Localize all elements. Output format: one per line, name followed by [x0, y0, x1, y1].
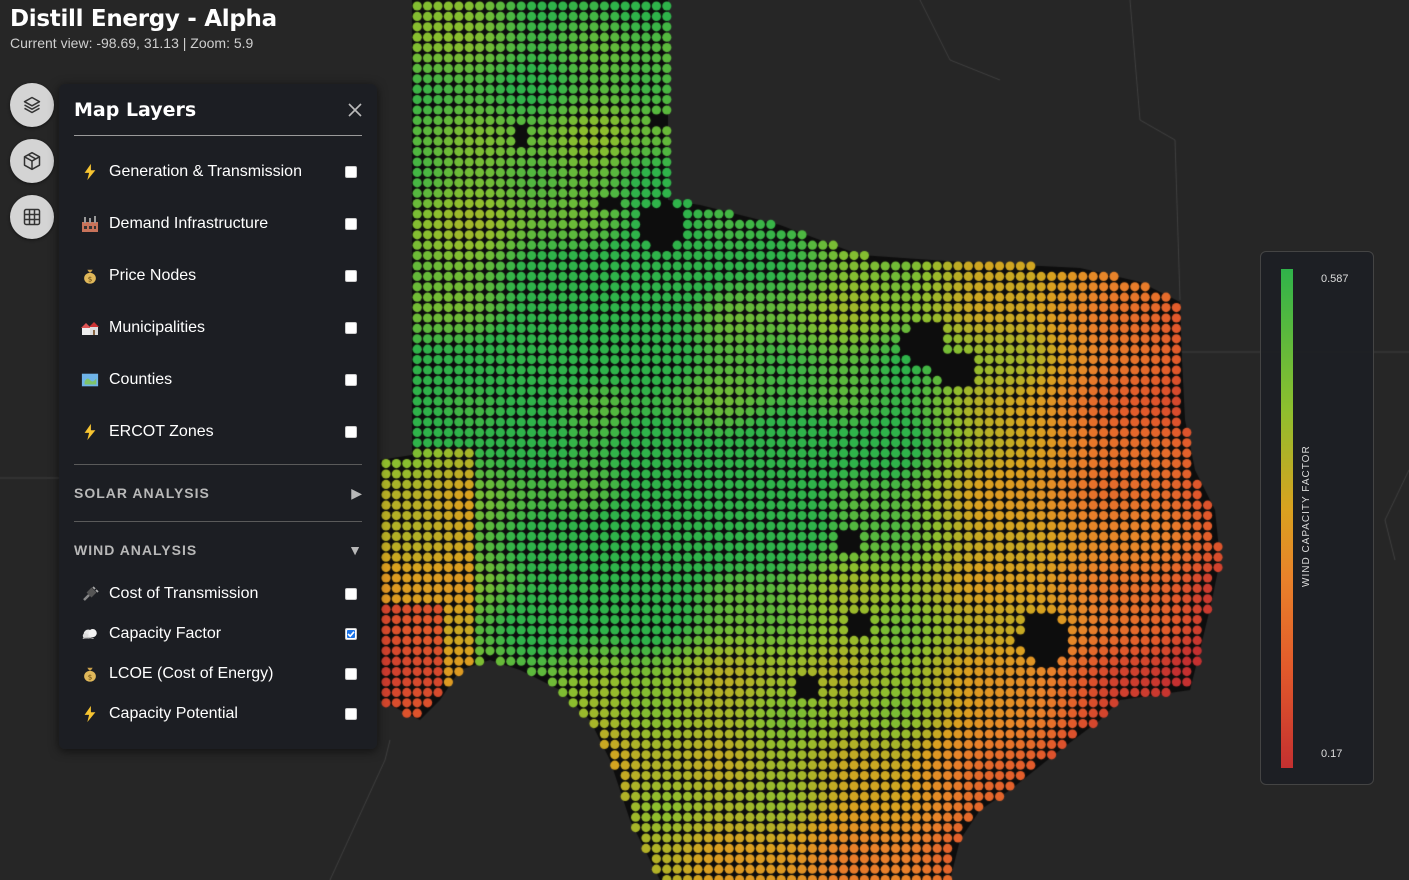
layer-label: Price Nodes: [109, 267, 197, 284]
lightning-icon: [79, 421, 101, 443]
solar-analysis-section[interactable]: SOLAR ANALYSIS ▶: [74, 464, 362, 521]
app-title: Distill Energy - Alpha: [10, 6, 277, 32]
close-icon[interactable]: [348, 102, 362, 117]
layer-label: LCOE (Cost of Energy): [109, 665, 274, 682]
wind-layer-capacity-factor[interactable]: Capacity Factor: [79, 620, 357, 648]
houses-icon: [79, 317, 101, 339]
layer-checkbox[interactable]: [345, 708, 357, 720]
map-layers-panel: Map Layers Generation & Transmission Dema…: [59, 84, 377, 749]
layer-label: Generation & Transmission: [109, 163, 302, 180]
layer-checkbox[interactable]: [345, 322, 357, 334]
layer-label: Demand Infrastructure: [109, 215, 269, 232]
layer-ercot-zones[interactable]: ERCOT Zones: [79, 418, 357, 446]
layer-label: ERCOT Zones: [109, 423, 214, 440]
plug-icon: [79, 583, 101, 605]
factory-icon: [79, 213, 101, 235]
panel-title: Map Layers: [74, 98, 197, 121]
layer-generation-transmission[interactable]: Generation & Transmission: [79, 158, 357, 186]
layer-label: Municipalities: [109, 319, 206, 336]
layer-checkbox[interactable]: [345, 588, 357, 600]
3d-view-button[interactable]: [10, 139, 54, 183]
layers-button[interactable]: [10, 83, 54, 127]
money-bag-icon: $: [79, 265, 101, 287]
wind-layer-cost-of-transmission[interactable]: Cost of Transmission: [79, 580, 357, 608]
chevron-down-icon[interactable]: ▼: [348, 542, 362, 558]
layer-checkbox[interactable]: [345, 270, 357, 282]
layer-checkbox[interactable]: [345, 628, 357, 640]
header: Distill Energy - Alpha Current view: -98…: [10, 6, 277, 51]
wind-analysis-section[interactable]: WIND ANALYSIS ▼: [74, 521, 362, 578]
money-bag-icon: $: [79, 663, 101, 685]
chevron-right-icon[interactable]: ▶: [351, 485, 362, 502]
box-icon: [23, 151, 41, 171]
layer-checkbox[interactable]: [345, 374, 357, 386]
layer-checkbox[interactable]: [345, 166, 357, 178]
view-info: Current view: -98.69, 31.13 | Zoom: 5.9: [10, 35, 254, 51]
layer-price-nodes[interactable]: $ Price Nodes: [79, 262, 357, 290]
wind-layer-lcoe-cost-of-energy[interactable]: $ LCOE (Cost of Energy): [79, 660, 357, 688]
legend-min: 0.17: [1321, 748, 1343, 760]
panel-header: Map Layers: [74, 84, 362, 136]
svg-text:$: $: [88, 274, 93, 283]
legend-color-bar: [1281, 269, 1293, 768]
map-legend: 0.587 0.17 WIND CAPACITY FACTOR: [1260, 251, 1374, 785]
layer-municipalities[interactable]: Municipalities: [79, 314, 357, 342]
svg-text:$: $: [88, 672, 93, 681]
layer-label: Capacity Factor: [109, 625, 222, 642]
layer-checkbox[interactable]: [345, 426, 357, 438]
lightning-icon: [79, 703, 101, 725]
wind-cloud-icon: [79, 623, 101, 645]
layer-checkbox[interactable]: [345, 668, 357, 680]
legend-title: WIND CAPACITY FACTOR: [1301, 445, 1312, 587]
layer-demand-infrastructure[interactable]: Demand Infrastructure: [79, 210, 357, 238]
lightning-icon: [79, 161, 101, 183]
layer-label: Cost of Transmission: [109, 585, 259, 602]
solar-analysis-label: SOLAR ANALYSIS: [74, 485, 210, 501]
layer-label: Counties: [109, 371, 173, 388]
layer-label: Capacity Potential: [109, 705, 238, 722]
layers-icon: [23, 96, 41, 114]
wind-layer-capacity-potential[interactable]: Capacity Potential: [79, 700, 357, 728]
layer-counties[interactable]: Counties: [79, 366, 357, 394]
grid-button[interactable]: [10, 195, 54, 239]
legend-max: 0.587: [1321, 273, 1349, 285]
grid-icon: [23, 208, 41, 226]
wind-analysis-label: WIND ANALYSIS: [74, 542, 198, 558]
layer-checkbox[interactable]: [345, 218, 357, 230]
map-icon: [79, 369, 101, 391]
